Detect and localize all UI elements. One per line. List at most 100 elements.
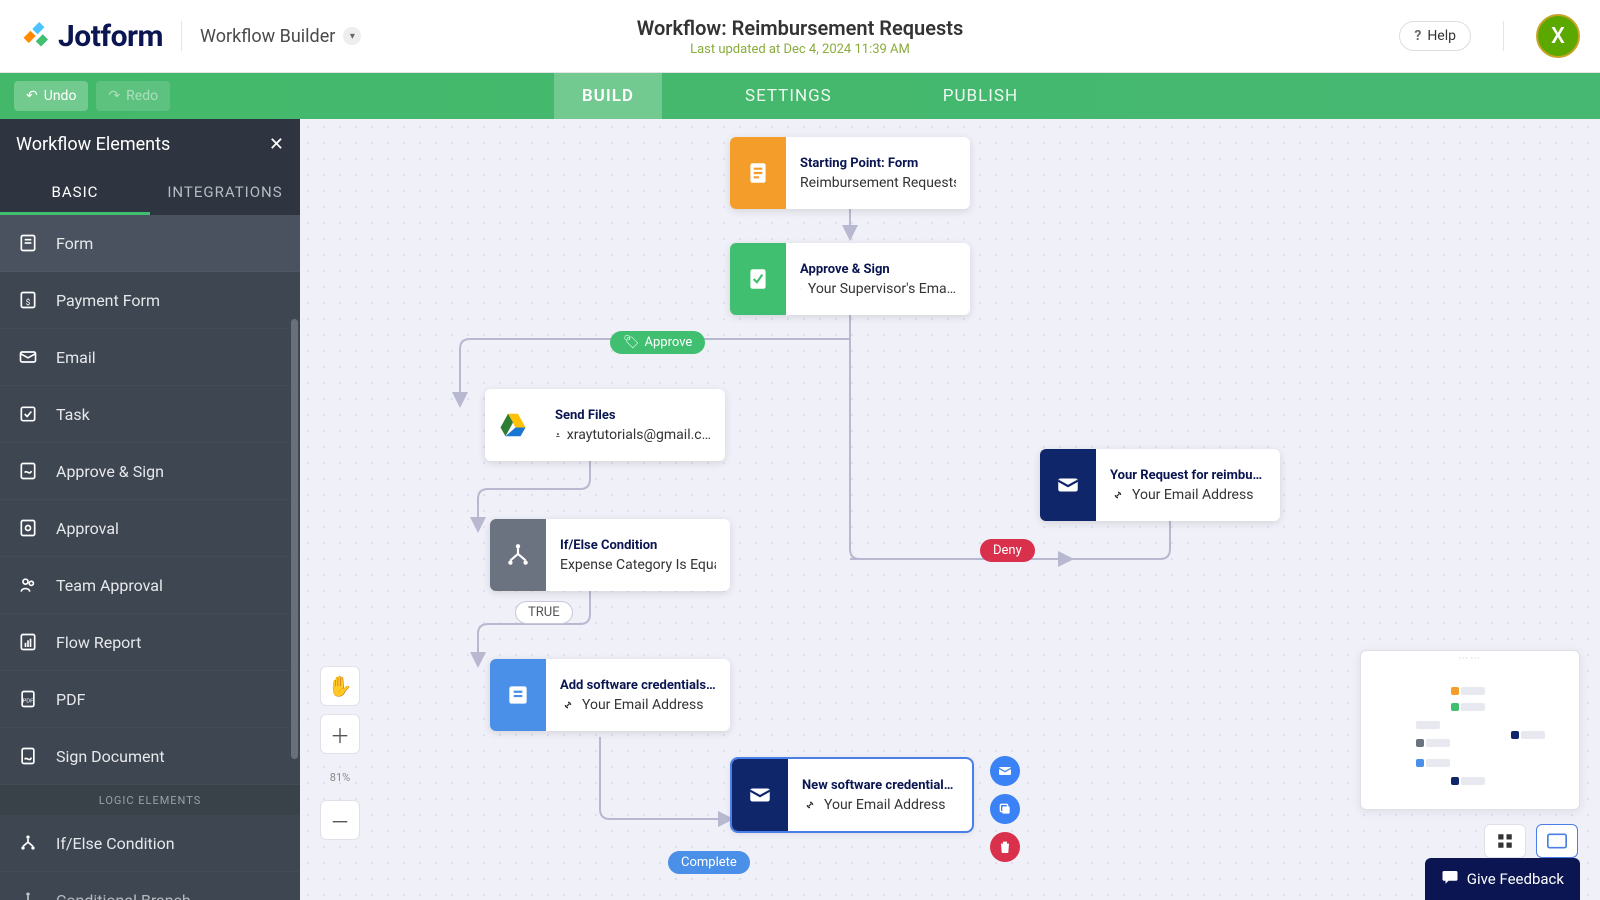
sidebar-item-label: Approval [56,519,119,538]
form-icon [16,231,40,255]
undo-label: Undo [44,88,77,104]
node-title: Add software credentials to … [560,678,716,693]
hand-icon: ✋ [328,674,353,698]
node-deny-email[interactable]: Your Request for reimbursem… Your Email … [1040,449,1280,521]
approval-icon [16,516,40,540]
svg-text:PDF: PDF [23,698,35,704]
payment-icon: $ [16,288,40,312]
sidebar-item-team-approval[interactable]: Team Approval [0,557,300,614]
brand-logo[interactable]: Jotform [20,19,163,54]
sidebar-item-label: Approve & Sign [56,462,164,481]
feedback-label: Give Feedback [1467,870,1564,888]
pill-deny[interactable]: Deny [980,539,1035,562]
node-subtitle: Reimbursement Requests [800,175,956,191]
node-subtitle: xraytutorials@gmail.c… [555,427,711,443]
tab-build[interactable]: BUILD [554,73,662,119]
sidebar-item-label: Task [56,405,90,424]
sidebar-item-conditional-branch[interactable]: Conditional Branch [0,872,300,900]
node-send-files[interactable]: Send Files xraytutorials@gmail.c… [485,389,725,461]
node-title: If/Else Condition [560,538,716,553]
node-action-copy[interactable] [990,794,1020,824]
main-tabs-bar: ↶ Undo ↷ Redo BUILD SETTINGS PUBLISH [0,73,1600,119]
sidebar-item-form[interactable]: Form [0,215,300,272]
page-selector[interactable]: Workflow Builder ▾ [200,26,361,47]
sidebar-item-approve-sign[interactable]: Approve & Sign [0,443,300,500]
zoom-out-button[interactable]: － [320,800,360,840]
tab-settings[interactable]: SETTINGS [717,73,860,119]
node-action-delete[interactable] [990,832,1020,862]
elements-sidebar: Workflow Elements ✕ BASIC INTEGRATIONS F… [0,119,300,900]
sidebar-title: Workflow Elements [16,134,170,155]
header-title-block: Workflow: Reimbursement Requests Last up… [637,16,964,57]
branch-icon [16,888,40,900]
chat-icon [1441,868,1459,890]
redo-button[interactable]: ↷ Redo [96,81,170,111]
pill-approve[interactable]: 🏷 Approve [610,331,705,354]
page-selector-label: Workflow Builder [200,26,335,47]
redo-icon: ↷ [108,88,120,104]
sidebar-item-label: Form [56,234,93,253]
node-title: New software credentials ha… [802,778,958,793]
undo-button[interactable]: ↶ Undo [14,81,88,111]
zoom-level: 81% [320,762,360,792]
sidebar-item-label: Flow Report [56,633,141,652]
logo-icon [20,22,48,50]
node-ifelse[interactable]: If/Else Condition Expense Category Is Eq… [490,519,730,591]
give-feedback-button[interactable]: Give Feedback [1425,858,1580,900]
pdf-icon: PDF [16,687,40,711]
node-title: Your Request for reimbursem… [1110,468,1266,483]
sidebar-item-flow-report[interactable]: Flow Report [0,614,300,671]
node-action-email[interactable] [990,756,1020,786]
node-approve-sign[interactable]: Approve & Sign Your Supervisor's Ema… [730,243,970,315]
sidebar-list: Form $ Payment Form Email Task Approve & … [0,215,300,900]
view-canvas-button[interactable] [1536,824,1578,858]
minimap[interactable]: ⋯⋯ [1360,650,1580,810]
workflow-subtitle: Last updated at Dec 4, 2024 11:39 AM [637,42,964,57]
sidebar-item-label: Payment Form [56,291,160,310]
brand-text: Jotform [58,19,163,54]
view-grid-button[interactable] [1484,824,1526,858]
node-start[interactable]: Starting Point: Form Reimbursement Reque… [730,137,970,209]
sidebar-item-label: Conditional Branch [56,891,191,900]
sidebar-item-approval[interactable]: Approval [0,500,300,557]
drag-handle-icon[interactable]: ⋯⋯ [1361,651,1579,665]
app-header: Jotform Workflow Builder ▾ Workflow: Rei… [0,0,1600,73]
sidebar-item-sign-document[interactable]: Sign Document [0,728,300,785]
sidebar-tab-basic[interactable]: BASIC [0,169,150,215]
help-button[interactable]: ? Help [1399,21,1471,51]
sidebar-item-pdf[interactable]: PDF PDF [0,671,300,728]
workflow-canvas[interactable]: Starting Point: Form Reimbursement Reque… [300,119,1600,900]
sidebar-header: Workflow Elements ✕ [0,119,300,169]
chevron-down-icon: ▾ [343,27,361,45]
team-icon [16,573,40,597]
sidebar-tab-integrations[interactable]: INTEGRATIONS [150,169,300,215]
node-subtitle: Your Supervisor's Ema… [800,281,956,297]
form-icon [730,137,786,209]
sign-icon [16,744,40,768]
tab-publish[interactable]: PUBLISH [915,73,1046,119]
zoom-in-button[interactable]: ＋ [320,714,360,754]
close-icon[interactable]: ✕ [269,134,284,155]
node-new-creds-email[interactable]: New software credentials ha… Your Email … [732,759,972,831]
pan-button[interactable]: ✋ [320,666,360,706]
sidebar-item-task[interactable]: Task [0,386,300,443]
task-icon [490,659,546,731]
pill-complete[interactable]: Complete [668,851,750,874]
sidebar-item-email[interactable]: Email [0,329,300,386]
sidebar-scrollbar[interactable] [291,319,298,759]
pill-true[interactable]: TRUE [515,601,573,624]
task-icon [16,402,40,426]
node-title: Approve & Sign [800,262,956,277]
email-icon [732,759,788,831]
tag-icon: 🏷 [623,335,640,350]
user-avatar[interactable]: X [1536,14,1580,58]
gdrive-icon [485,389,541,461]
divider [181,21,182,51]
branch-icon [16,831,40,855]
approve-sign-icon [16,459,40,483]
sidebar-item-label: PDF [56,690,85,709]
sidebar-item-payment-form[interactable]: $ Payment Form [0,272,300,329]
node-task[interactable]: Add software credentials to … Your Email… [490,659,730,731]
node-subtitle: Your Email Address [560,697,716,713]
sidebar-item-ifelse[interactable]: If/Else Condition [0,815,300,872]
